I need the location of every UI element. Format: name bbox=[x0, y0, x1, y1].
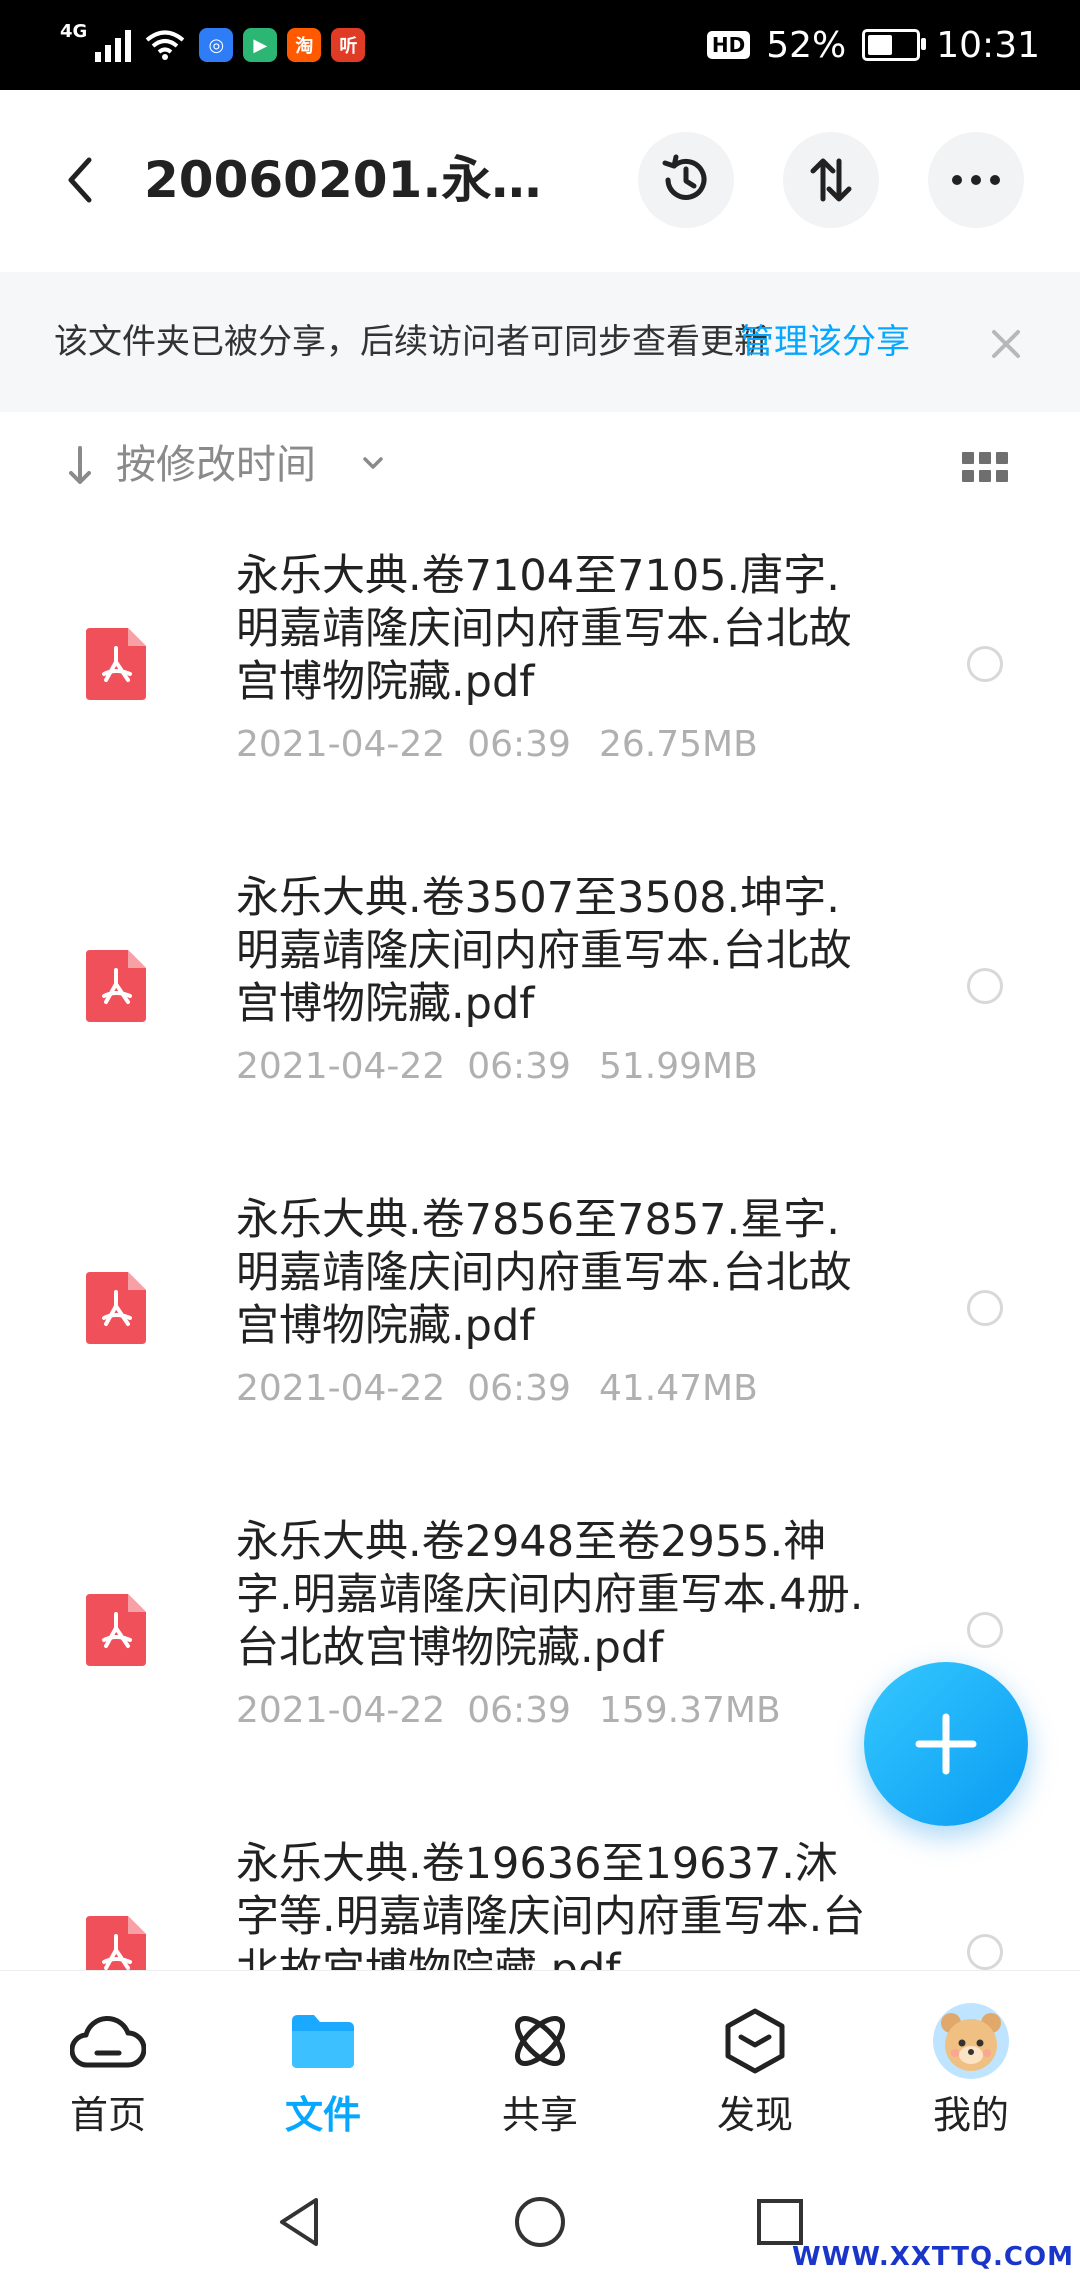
nav-home[interactable]: 首页 bbox=[33, 2001, 183, 2151]
battery-icon bbox=[862, 29, 927, 61]
notification-app-icons: ◎ ▶ 淘听 bbox=[199, 28, 366, 62]
status-bar: 4G ◎ ▶ 淘听 HD 52% 10:31 bbox=[0, 0, 1080, 90]
status-right: HD 52% 10:31 bbox=[706, 20, 1040, 70]
file-row[interactable]: 永乐大典.卷7856至7857.星字.明嘉靖隆庆间内府重写本.台北故宫博物院藏.… bbox=[0, 1164, 1080, 1486]
select-radio[interactable] bbox=[967, 1612, 1003, 1648]
file-size: 51.99MB bbox=[598, 1046, 758, 1087]
up-down-arrows-icon bbox=[810, 158, 852, 202]
watermark: WWW.XXTTQ.COM bbox=[792, 2242, 1074, 2272]
file-time: 06:39 bbox=[467, 1690, 571, 1731]
pdf-file-icon bbox=[86, 1272, 146, 1344]
audio-app-icon: 听 bbox=[331, 28, 366, 62]
file-date: 2021-04-22 bbox=[236, 1368, 446, 1409]
nav-discover-label: 发现 bbox=[716, 2093, 793, 2137]
arrow-down-icon bbox=[69, 446, 91, 484]
video-app-icon: ▶ bbox=[243, 28, 278, 62]
pdf-file-icon bbox=[86, 1916, 146, 1970]
nav-files[interactable]: 文件 bbox=[248, 2001, 398, 2151]
gallery-app-icon: ◎ bbox=[199, 28, 234, 62]
system-nav-bar: WWW.XXTTQ.COM bbox=[0, 2170, 1080, 2280]
file-row[interactable]: 永乐大典.卷3507至3508.坤字.明嘉靖隆庆间内府重写本.台北故宫博物院藏.… bbox=[0, 842, 1080, 1164]
file-meta: 2021-04-22 06:39 51.99MB bbox=[236, 1045, 758, 1089]
file-date: 2021-04-22 bbox=[236, 1690, 446, 1731]
share-banner-text: 该文件夹已被分享，后续访问者可同步查看更新 bbox=[54, 322, 768, 362]
close-icon bbox=[992, 330, 1020, 358]
nav-files-label: 文件 bbox=[284, 2093, 361, 2137]
share-banner: 该文件夹已被分享，后续访问者可同步查看更新 管理该分享 bbox=[0, 272, 1080, 412]
file-size: 26.75MB bbox=[598, 724, 758, 765]
pdf-file-icon bbox=[86, 1594, 146, 1666]
file-size: 159.37MB bbox=[598, 1690, 781, 1731]
nav-home-label: 首页 bbox=[69, 2093, 146, 2137]
signal-icon bbox=[95, 28, 132, 62]
battery-percent: 52% bbox=[766, 24, 847, 66]
clock: 10:31 bbox=[936, 24, 1040, 66]
plus-icon bbox=[915, 1713, 977, 1775]
file-row[interactable]: 永乐大典.卷7104至7105.唐字.明嘉靖隆庆间内府重写本.台北故宫博物院藏.… bbox=[0, 520, 1080, 842]
nav-me[interactable]: 我的 bbox=[896, 2001, 1046, 2151]
avatar-bear-icon bbox=[933, 2003, 1009, 2079]
back-button[interactable] bbox=[50, 150, 110, 210]
select-radio[interactable] bbox=[967, 646, 1003, 682]
nav-discover[interactable]: 发现 bbox=[680, 2001, 830, 2151]
sort-bar: 按修改时间 bbox=[0, 418, 1080, 514]
add-button[interactable] bbox=[864, 1662, 1028, 1826]
file-meta: 2021-04-22 06:39 26.75MB bbox=[236, 723, 758, 767]
page-title: 20060201.永… bbox=[144, 151, 542, 209]
file-name: 永乐大典.卷3507至3508.坤字.明嘉靖隆庆间内府重写本.台北故宫博物院藏.… bbox=[236, 873, 852, 1029]
home-circle-icon[interactable] bbox=[510, 2192, 570, 2252]
file-row[interactable]: 永乐大典.卷19636至19637.沐字等.明嘉靖隆庆间内府重写本.台北故宫博物… bbox=[0, 1808, 1080, 1970]
file-name: 永乐大典.卷7104至7105.唐字.明嘉靖隆庆间内府重写本.台北故宫博物院藏.… bbox=[236, 551, 852, 707]
manage-share-link[interactable]: 管理该分享 bbox=[740, 320, 910, 364]
header: 20060201.永… bbox=[0, 90, 1080, 270]
hd-icon: HD bbox=[706, 31, 751, 59]
transfer-button[interactable] bbox=[783, 132, 879, 228]
file-time: 06:39 bbox=[467, 1046, 571, 1087]
pdf-file-icon bbox=[86, 950, 146, 1022]
nav-share[interactable]: 共享 bbox=[465, 2001, 615, 2151]
more-button[interactable] bbox=[928, 132, 1024, 228]
folder-icon bbox=[292, 2015, 354, 2068]
pdf-file-icon bbox=[86, 628, 146, 700]
banner-close-button[interactable] bbox=[986, 324, 1026, 364]
file-name: 永乐大典.卷7856至7857.星字.明嘉靖隆庆间内府重写本.台北故宫博物院藏.… bbox=[236, 1195, 852, 1351]
network-type: 4G bbox=[60, 20, 88, 42]
history-icon bbox=[662, 154, 707, 200]
wifi-icon bbox=[146, 30, 185, 60]
file-meta: 2021-04-22 06:39 159.37MB bbox=[236, 1689, 781, 1733]
chevron-left-icon bbox=[68, 157, 92, 203]
nav-share-label: 共享 bbox=[501, 2093, 578, 2137]
more-dots-icon bbox=[952, 175, 1000, 185]
history-button[interactable] bbox=[638, 132, 734, 228]
taobao-app-icon: 淘 bbox=[287, 28, 322, 62]
file-time: 06:39 bbox=[467, 724, 571, 765]
bottom-nav: 首页 文件 共享 发现 我的 bbox=[0, 1970, 1080, 2171]
discover-box-icon bbox=[725, 2008, 785, 2074]
file-name: 永乐大典.卷19636至19637.沐字等.明嘉靖隆庆间内府重写本.台北故宫博物… bbox=[236, 1839, 866, 1970]
file-date: 2021-04-22 bbox=[236, 1046, 446, 1087]
back-triangle-icon[interactable] bbox=[270, 2192, 330, 2252]
nav-me-label: 我的 bbox=[932, 2093, 1009, 2137]
grid-view-icon[interactable] bbox=[962, 450, 1008, 484]
sort-label: 按修改时间 bbox=[116, 442, 316, 488]
share-orbit-icon bbox=[515, 2016, 565, 2066]
select-radio[interactable] bbox=[967, 1934, 1003, 1970]
file-meta: 2021-04-22 06:39 41.47MB bbox=[236, 1367, 758, 1411]
file-time: 06:39 bbox=[467, 1368, 571, 1409]
file-date: 2021-04-22 bbox=[236, 724, 446, 765]
select-radio[interactable] bbox=[967, 968, 1003, 1004]
chevron-down-icon bbox=[363, 457, 383, 469]
select-radio[interactable] bbox=[967, 1290, 1003, 1326]
file-size: 41.47MB bbox=[598, 1368, 758, 1409]
cloud-icon bbox=[70, 2015, 146, 2068]
status-left: 4G ◎ ▶ 淘听 bbox=[60, 20, 366, 70]
file-name: 永乐大典.卷2948至卷2955.神字.明嘉靖隆庆间内府重写本.4册.台北故宫博… bbox=[236, 1517, 864, 1673]
